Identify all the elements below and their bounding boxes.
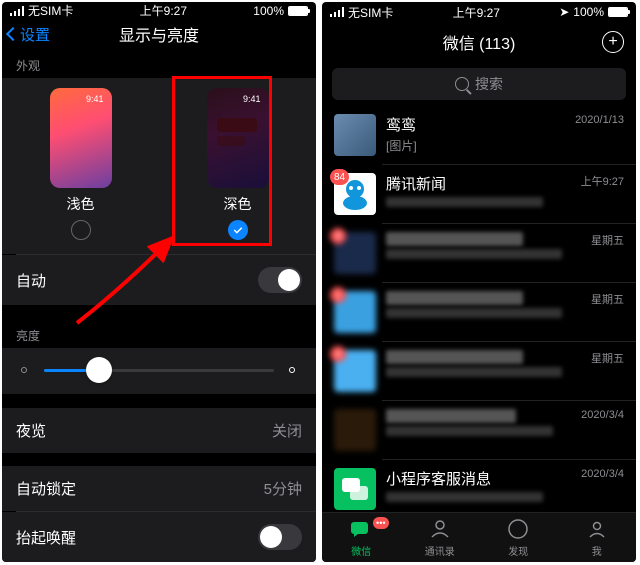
- chat-time: 星期五: [591, 232, 624, 248]
- battery-pct: 100%: [253, 4, 284, 18]
- battery-pct: 100%: [573, 5, 604, 19]
- tab-me[interactable]: 我: [558, 513, 637, 562]
- chat-time: 2020/3/4: [581, 468, 624, 480]
- search-icon: [455, 77, 469, 91]
- chat-row[interactable]: 小程序客服消息 2020/3/4: [322, 460, 636, 512]
- unread-badge: 84: [330, 169, 349, 185]
- page-title: 微信 (113): [443, 30, 516, 54]
- signal-icon: [10, 6, 24, 16]
- dark-preview: 9:41: [207, 88, 269, 188]
- battery-icon: [608, 7, 628, 17]
- chat-title: 腾讯新闻: [386, 173, 571, 194]
- compass-icon: [506, 517, 530, 541]
- appearance-dark-option[interactable]: 9:41 深色: [178, 88, 298, 240]
- chat-row[interactable]: 4 星期五: [322, 342, 636, 400]
- chat-time: 上午9:27: [581, 173, 624, 189]
- avatar: 4: [334, 232, 376, 274]
- carrier-label: 无SIM卡: [348, 4, 393, 21]
- brightness-slider[interactable]: [44, 369, 274, 372]
- appearance-row: 9:41 浅色 9:41 深色: [2, 78, 316, 254]
- chat-time: 2020/1/13: [575, 114, 624, 126]
- auto-lock-row[interactable]: 自动锁定 5分钟: [2, 466, 316, 511]
- battery-icon: [288, 6, 308, 16]
- person-icon: [585, 517, 609, 541]
- chat-title: 鸾鸾: [386, 114, 565, 135]
- appearance-section-label: 外观: [2, 49, 316, 78]
- chat-subtitle: [图片]: [386, 137, 565, 154]
- night-shift-label: 夜览: [16, 420, 46, 441]
- chat-row[interactable]: 1 星期五: [322, 283, 636, 341]
- status-time: 上午9:27: [140, 2, 187, 19]
- settings-screen: 无SIM卡 上午9:27 100% 设置 显示与亮度 外观 9:41 浅色 9:…: [2, 2, 316, 562]
- auto-label: 自动: [16, 270, 46, 291]
- auto-lock-value: 5分钟: [264, 478, 302, 499]
- raise-to-wake-toggle[interactable]: [258, 524, 302, 550]
- avatar: 84: [334, 173, 376, 215]
- tab-wechat[interactable]: 微信 •••: [322, 513, 401, 562]
- chat-row[interactable]: 鸾鸾 [图片] 2020/1/13: [322, 106, 636, 164]
- chat-time: 星期五: [591, 350, 624, 366]
- chat-time: 星期五: [591, 291, 624, 307]
- auto-toggle[interactable]: [258, 267, 302, 293]
- dark-label: 深色: [224, 194, 252, 214]
- raise-to-wake-row[interactable]: 抬起唤醒: [2, 512, 316, 562]
- plus-button[interactable]: +: [602, 31, 624, 53]
- chat-row[interactable]: 4 星期五: [322, 224, 636, 282]
- sun-low-icon: [16, 362, 34, 380]
- tab-bar: 微信 ••• 通讯录 发现 我: [322, 512, 636, 562]
- auto-lock-label: 自动锁定: [16, 478, 76, 499]
- location-icon: ➤: [559, 5, 569, 19]
- avatar: [334, 114, 376, 156]
- night-shift-value: 关闭: [272, 420, 302, 441]
- carrier-label: 无SIM卡: [28, 2, 73, 19]
- auto-row[interactable]: 自动: [2, 255, 316, 305]
- raise-to-wake-label: 抬起唤醒: [16, 527, 76, 548]
- chat-title: 小程序客服消息: [386, 468, 571, 489]
- tab-discover[interactable]: 发现: [479, 513, 558, 562]
- status-bar: 无SIM卡 上午9:27 ➤ 100%: [322, 2, 636, 22]
- unread-badge: 4: [330, 228, 346, 244]
- avatar: [334, 468, 376, 510]
- search-bar[interactable]: 搜索: [332, 68, 626, 100]
- avatar: [334, 409, 376, 451]
- signal-icon: [330, 7, 344, 17]
- back-label: 设置: [20, 24, 50, 45]
- tab-contacts[interactable]: 通讯录: [401, 513, 480, 562]
- chat-time: 2020/3/4: [581, 409, 624, 421]
- chevron-left-icon: [6, 27, 20, 41]
- status-bar: 无SIM卡 上午9:27 100%: [2, 2, 316, 19]
- unread-badge: 1: [330, 287, 346, 303]
- status-time: 上午9:27: [453, 4, 500, 21]
- radio-checked-icon: [228, 220, 248, 240]
- brightness-slider-row: [2, 348, 316, 394]
- avatar: 1: [334, 291, 376, 333]
- light-label: 浅色: [67, 194, 95, 214]
- wechat-screen: 无SIM卡 上午9:27 ➤ 100% 微信 (113) + 搜索 鸾鸾 [图片]…: [322, 2, 636, 562]
- search-placeholder: 搜索: [475, 74, 503, 94]
- chat-row[interactable]: 2020/3/4: [322, 401, 636, 459]
- wechat-nav: 微信 (113) +: [322, 22, 636, 62]
- light-preview: 9:41: [50, 88, 112, 188]
- nav-bar: 设置 显示与亮度: [2, 19, 316, 49]
- radio-unchecked-icon: [71, 220, 91, 240]
- appearance-light-option[interactable]: 9:41 浅色: [21, 88, 141, 240]
- back-button[interactable]: 设置: [8, 24, 50, 45]
- unread-badge: 4: [330, 346, 346, 362]
- avatar: 4: [334, 350, 376, 392]
- brightness-section-label: 亮度: [2, 319, 316, 348]
- chat-icon: [349, 517, 373, 541]
- contacts-icon: [428, 517, 452, 541]
- night-shift-row[interactable]: 夜览 关闭: [2, 408, 316, 453]
- tab-badge: •••: [373, 517, 388, 529]
- page-title: 显示与亮度: [119, 22, 199, 46]
- sun-high-icon: [284, 362, 302, 380]
- chat-list[interactable]: 鸾鸾 [图片] 2020/1/13 84 腾讯新闻上午9:27 4 星期五 1 星期五 4 星期五 2…: [322, 106, 636, 512]
- chat-row[interactable]: 84 腾讯新闻上午9:27: [322, 165, 636, 223]
